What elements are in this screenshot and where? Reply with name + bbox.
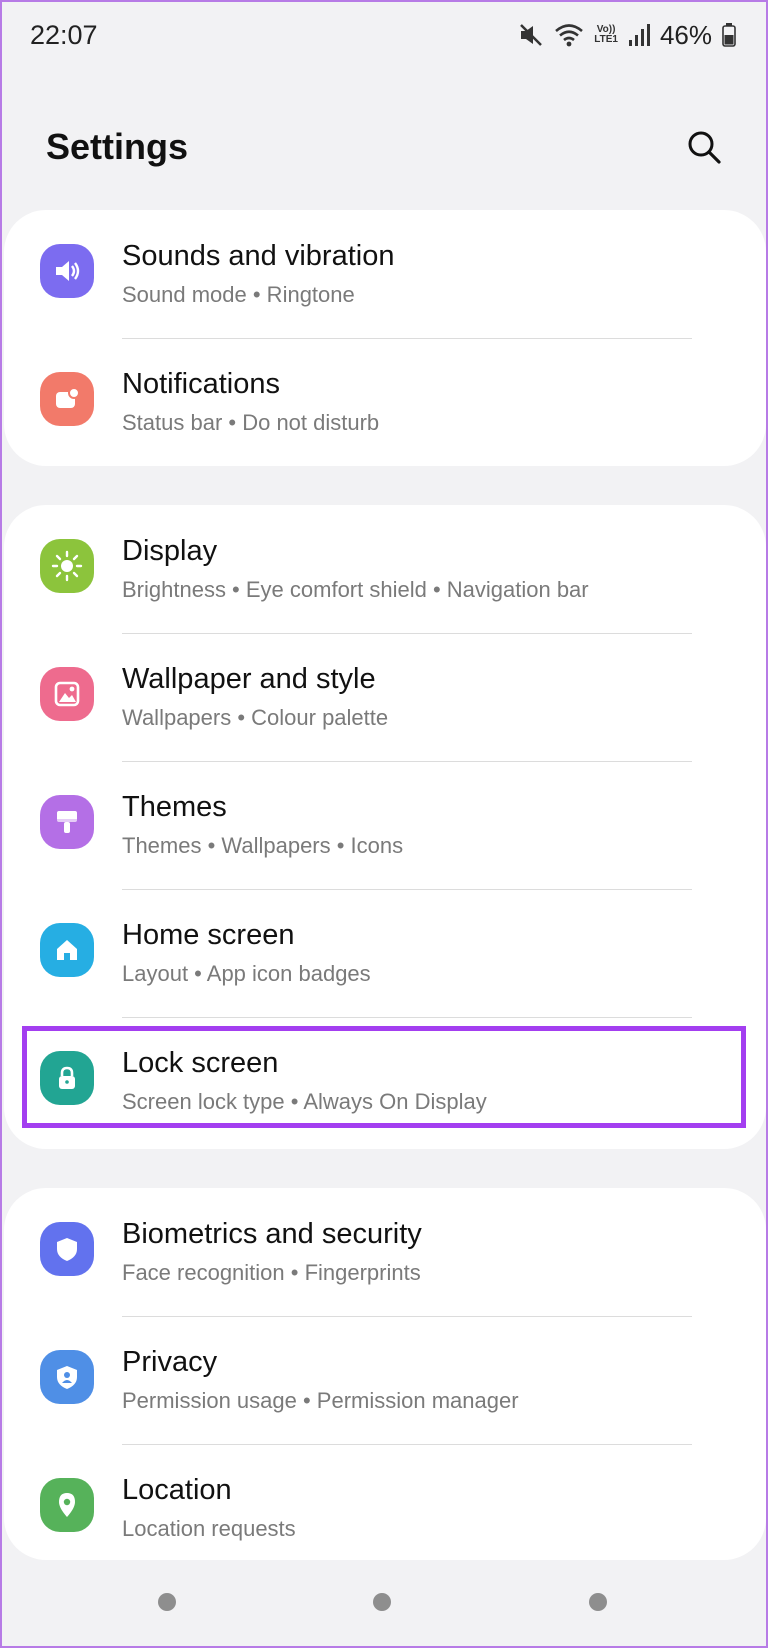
settings-group-1: Sounds and vibration Sound mode • Ringto… [4, 210, 766, 466]
settings-item-title: Themes [122, 791, 227, 823]
settings-item-themes[interactable]: Themes Themes • Wallpapers • Icons [4, 761, 766, 889]
navigation-bar [2, 1582, 766, 1622]
settings-item-wallpaper-and-style[interactable]: Wallpaper and style Wallpapers • Colour … [4, 633, 766, 761]
settings-item-subtitle: Wallpapers • Colour palette [122, 705, 389, 730]
settings-item-subtitle: Themes • Wallpapers • Icons [122, 833, 404, 858]
settings-group-3: Biometrics and security Face recognition… [4, 1188, 766, 1560]
settings-item-title: Wallpaper and style [122, 663, 376, 695]
settings-item-title: Display [122, 535, 218, 567]
location-pin-icon [40, 1478, 94, 1532]
lte-label: LTE1 [594, 34, 618, 45]
image-icon [40, 667, 94, 721]
settings-item-title: Home screen [122, 919, 295, 951]
settings-item-lock-screen[interactable]: Lock screen Screen lock type • Always On… [4, 1017, 766, 1145]
lock-icon [40, 1051, 94, 1105]
nav-home-button[interactable] [373, 1593, 391, 1611]
settings-item-subtitle: Brightness • Eye comfort shield • Naviga… [122, 577, 589, 602]
speaker-icon [40, 244, 94, 298]
sun-icon [40, 539, 94, 593]
signal-icon [628, 23, 650, 47]
status-time: 22:07 [30, 19, 98, 50]
settings-item-subtitle: Screen lock type • Always On Display [122, 1089, 487, 1114]
settings-item-subtitle: Location requests [122, 1516, 296, 1541]
privacy-icon [40, 1350, 94, 1404]
settings-item-home-screen[interactable]: Home screen Layout • App icon badges [4, 889, 766, 1017]
settings-item-subtitle: Face recognition • Fingerprints [122, 1260, 421, 1285]
home-icon [40, 923, 94, 977]
settings-item-privacy[interactable]: Privacy Permission usage • Permission ma… [4, 1316, 766, 1444]
settings-item-title: Location [122, 1474, 232, 1506]
shield-icon [40, 1222, 94, 1276]
settings-item-notifications[interactable]: Notifications Status bar • Do not distur… [4, 338, 766, 466]
search-icon [688, 131, 721, 164]
settings-item-title: Notifications [122, 368, 280, 400]
nav-back-button[interactable] [589, 1593, 607, 1611]
status-icons: Vo)) LTE1 46% [518, 20, 736, 51]
settings-item-display[interactable]: Display Brightness • Eye comfort shield … [4, 505, 766, 633]
page-title: Settings [46, 126, 189, 167]
settings-item-subtitle: Permission usage • Permission manager [122, 1388, 519, 1413]
settings-item-subtitle: Sound mode • Ringtone [122, 282, 355, 307]
battery-percentage: 46% [659, 19, 712, 50]
status-bar: 22:07 Vo)) LTE1 46% [2, 2, 766, 68]
wifi-icon [554, 22, 584, 48]
volte-icon: Vo)) LTE1 [594, 25, 618, 45]
settings-group-2: Display Brightness • Eye comfort shield … [4, 505, 766, 1149]
nav-recents-button[interactable] [158, 1593, 176, 1611]
settings-item-biometrics-and-security[interactable]: Biometrics and security Face recognition… [4, 1188, 766, 1316]
settings-item-title: Biometrics and security [122, 1218, 422, 1250]
mute-vibrate-icon [518, 22, 544, 48]
battery-icon [722, 23, 736, 47]
notification-icon [40, 372, 94, 426]
settings-item-subtitle: Status bar • Do not disturb [122, 410, 380, 435]
settings-item-location[interactable]: Location Location requests [4, 1444, 766, 1572]
paintbrush-icon [40, 795, 94, 849]
search-button[interactable] [682, 125, 726, 169]
settings-item-sounds-and-vibration[interactable]: Sounds and vibration Sound mode • Ringto… [4, 210, 766, 338]
settings-item-title: Privacy [122, 1346, 218, 1378]
settings-item-title: Sounds and vibration [122, 240, 395, 272]
header: Settings [2, 102, 766, 192]
settings-item-title: Lock screen [122, 1047, 279, 1079]
settings-item-subtitle: Layout • App icon badges [122, 961, 371, 986]
